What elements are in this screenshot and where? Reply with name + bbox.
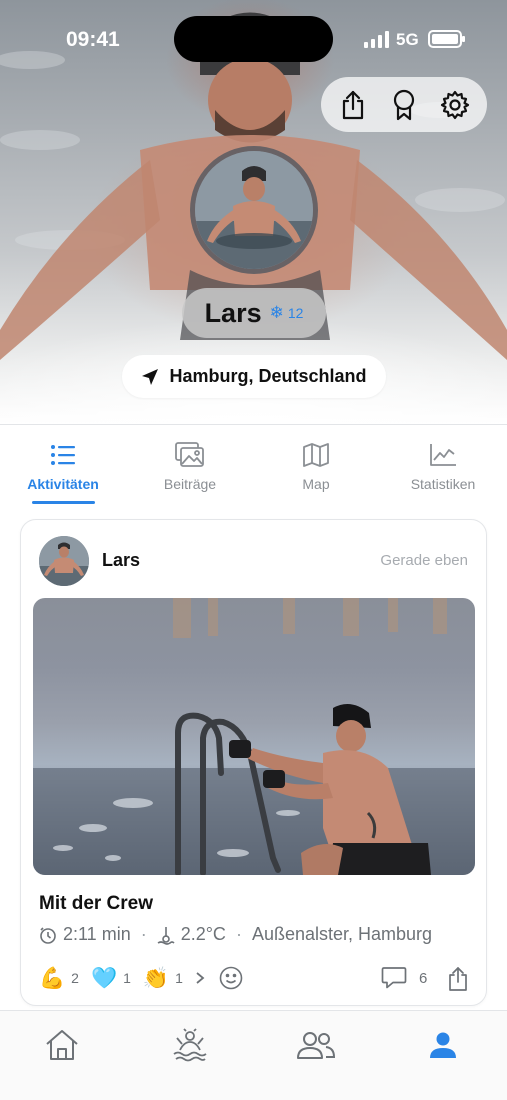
post-share-button[interactable]	[447, 966, 469, 997]
badges-button[interactable]	[384, 85, 424, 125]
post-place: Außenalster, Hamburg	[251, 924, 433, 944]
map-icon	[303, 443, 329, 467]
post-avatar[interactable]	[39, 536, 89, 586]
status-bar: 09:41 5G	[0, 0, 507, 80]
clap-reaction-icon[interactable]: 👏	[143, 968, 169, 989]
meta-separator: ·	[235, 924, 242, 944]
comments-button[interactable]: 6	[381, 966, 427, 990]
post-timestamp: Gerade eben	[380, 552, 468, 569]
profile-actions	[321, 77, 487, 132]
network-label: 5G	[396, 30, 419, 49]
signal-icon	[364, 31, 389, 48]
snow-badge: ❄ 12	[270, 303, 304, 323]
share-icon	[342, 90, 363, 119]
nav-profile[interactable]	[413, 1025, 473, 1065]
chart-icon	[430, 444, 456, 466]
people-icon	[297, 1032, 336, 1059]
photos-icon	[175, 442, 204, 467]
gear-icon	[441, 90, 470, 119]
chevron-right-icon[interactable]	[195, 971, 205, 985]
list-icon	[51, 445, 75, 465]
snow-count: 12	[287, 305, 304, 321]
post-photo[interactable]	[33, 598, 475, 875]
post-username[interactable]: Lars	[102, 550, 140, 571]
tab-label: Beiträge	[163, 476, 217, 492]
tab-label: Map	[302, 476, 330, 492]
tab-activities[interactable]: Aktivitäten	[8, 440, 118, 492]
reaction-count: 1	[123, 970, 131, 986]
share-icon	[449, 967, 467, 991]
nav-home[interactable]	[32, 1025, 92, 1065]
award-icon	[393, 89, 415, 120]
thermometer-icon	[157, 926, 175, 945]
profile-avatar[interactable]	[190, 146, 318, 274]
heart-reaction-icon[interactable]: 🩵	[91, 968, 117, 989]
battery-icon	[428, 30, 465, 48]
share-button[interactable]	[333, 85, 373, 125]
timer-icon	[40, 926, 56, 944]
tab-label: Statistiken	[410, 476, 476, 492]
nav-bathe[interactable]	[160, 1025, 220, 1065]
post-title: Mit der Crew	[39, 893, 154, 914]
status-time: 09:41	[66, 28, 120, 51]
tab-statistics[interactable]: Statistiken	[388, 440, 498, 492]
reactions-bar: 💪 2 🩵 1 👏 1	[39, 966, 243, 990]
tab-posts[interactable]: Beiträge	[135, 440, 245, 492]
home-icon	[46, 1030, 78, 1060]
post-avatar-photo	[39, 536, 89, 586]
comment-count: 6	[419, 969, 428, 987]
person-icon	[430, 1032, 456, 1058]
profile-name-pill: Lars ❄ 12	[182, 288, 326, 338]
post-meta: 2:11 min · 2.2°C · Außenalster, Hamburg	[39, 924, 432, 945]
reaction-count: 1	[175, 970, 183, 986]
active-tab-indicator	[32, 501, 95, 504]
comment-icon	[381, 967, 407, 989]
divider	[0, 424, 507, 425]
settings-button[interactable]	[435, 85, 475, 125]
snowflake-icon: ❄	[269, 303, 284, 322]
bottom-nav	[0, 1011, 507, 1100]
post-temperature: 2.2°C	[180, 924, 226, 944]
add-reaction-icon[interactable]	[219, 966, 243, 990]
profile-name: Lars	[204, 297, 262, 328]
ice-bath-icon	[173, 1028, 207, 1062]
activity-card[interactable]: Lars Gerade eben Mit der Crew 2:11 min ·…	[20, 519, 487, 1006]
tab-label: Aktivitäten	[27, 476, 99, 492]
avatar-photo	[195, 151, 313, 269]
post-photo-image	[33, 598, 475, 875]
location-pill[interactable]: Hamburg, Deutschland	[122, 355, 386, 398]
post-duration: 2:11 min	[63, 924, 131, 944]
profile-header: 09:41 5G Lars ❄ 12 Hamburg, Deutschland	[0, 0, 507, 424]
reaction-count: 2	[71, 970, 79, 986]
muscle-reaction-icon[interactable]: 💪	[39, 968, 65, 989]
nav-community[interactable]	[286, 1025, 346, 1065]
location-text: Hamburg, Deutschland	[169, 366, 367, 386]
dynamic-island	[174, 16, 333, 62]
location-arrow-icon	[142, 368, 159, 385]
meta-separator: ·	[140, 924, 147, 944]
tab-map[interactable]: Map	[261, 440, 371, 492]
